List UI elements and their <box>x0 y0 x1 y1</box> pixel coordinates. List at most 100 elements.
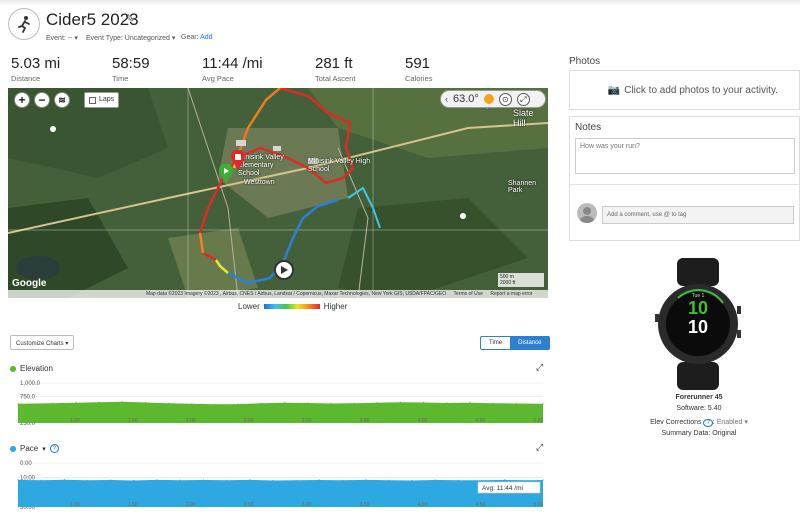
chevron-down-icon[interactable]: ▾ <box>744 419 748 426</box>
route-map[interactable]: Minisink Valley Elementary School Minisi… <box>8 88 548 298</box>
x-tick-label: 3.00 <box>302 418 312 424</box>
data-point <box>411 479 413 482</box>
data-point <box>86 479 89 481</box>
x-tick-label: 1.00 <box>70 502 80 508</box>
help-icon[interactable]: ? <box>49 444 59 453</box>
expand-elevation-icon[interactable]: ⤢ <box>536 362 543 373</box>
pace-dropdown-icon[interactable]: ▾ <box>42 445 46 453</box>
data-point <box>121 401 123 403</box>
customize-charts-button[interactable]: Customize Charts ▾ <box>10 335 75 350</box>
data-point <box>63 479 65 481</box>
add-photos-area[interactable]: 📷 Click to add photos to your activity. <box>569 70 800 110</box>
x-tick-label: 5.00 <box>534 418 544 424</box>
data-point <box>237 403 239 405</box>
expand-pace-icon[interactable]: ⤢ <box>536 442 543 453</box>
series-area[interactable] <box>18 401 543 423</box>
map-label-school2: Minisink Valley High School <box>308 158 371 173</box>
laps-checkbox[interactable] <box>89 97 96 104</box>
compass-icon[interactable]: ⊙ <box>498 92 512 106</box>
weather-pill[interactable]: ‹ 63.0° ⊙ ⤢ <box>440 90 546 108</box>
x-axis-toggle: Time Distance <box>480 336 551 350</box>
gear-field: Gear: Add <box>181 34 213 41</box>
event-value[interactable]: -- <box>68 35 73 42</box>
terms-link[interactable]: Terms of Use <box>454 291 483 297</box>
data-point <box>52 402 54 404</box>
watch-hour: 10 <box>687 298 709 318</box>
fullscreen-icon[interactable]: ⤢ <box>516 92 530 106</box>
google-logo: Google <box>12 278 47 289</box>
data-point <box>260 402 262 404</box>
y-tick-label: 750.0 <box>20 394 36 400</box>
summary-data: Summary Data: Original <box>661 430 737 437</box>
data-point <box>249 479 251 481</box>
data-point <box>156 479 158 481</box>
event-type-label: Event Type: <box>86 35 123 42</box>
data-point <box>75 402 77 404</box>
legend-high: Higher <box>323 302 348 311</box>
help-icon[interactable]: ? <box>703 419 713 427</box>
pace-chart[interactable]: 0:0010:0020:0030:001.001.502.002.503.003… <box>0 455 560 517</box>
activity-page: Cider5 2023 ✎ Event: -- ▾ Event Type: Un… <box>0 0 800 520</box>
data-point <box>353 402 355 404</box>
stat-label: Distance <box>11 74 41 83</box>
comment-input[interactable]: Add a comment, use @ to tag <box>602 206 794 224</box>
watch-minute: 10 <box>687 317 709 337</box>
stat-label: Avg Pace <box>202 74 234 83</box>
elevation-dot-icon <box>10 365 16 372</box>
stat-time: 58:59 Time <box>112 55 150 83</box>
elev-value[interactable]: Enabled <box>717 419 743 426</box>
zoom-in-button[interactable]: + <box>14 92 30 108</box>
layers-icon[interactable]: ≋ <box>54 92 70 108</box>
divider <box>570 184 799 185</box>
map-scale: 500 m 2000 ft <box>498 273 544 287</box>
data-point <box>388 479 390 481</box>
event-field[interactable]: Event: -- ▾ <box>46 34 78 42</box>
chevron-left-icon[interactable]: ‹ <box>445 94 448 104</box>
data-point <box>376 402 378 404</box>
stat-total-ascent: 281 ft Total Ascent <box>315 55 355 83</box>
x-tick-label: 3.50 <box>360 418 370 424</box>
report-error-link[interactable]: Report a map error <box>490 291 532 297</box>
zoom-out-button[interactable]: − <box>34 92 50 108</box>
data-point <box>40 479 42 481</box>
legend-gradient <box>263 304 320 309</box>
distance-toggle[interactable]: Distance <box>510 337 550 349</box>
data-point <box>17 403 19 405</box>
event-label: Event: <box>46 35 66 42</box>
stat-value: 281 ft <box>315 55 353 72</box>
stat-value: 5.03 mi <box>11 55 61 72</box>
data-point <box>318 479 320 481</box>
data-point <box>469 402 471 404</box>
add-gear-link[interactable]: Add <box>200 34 212 41</box>
x-tick-label: 3.00 <box>302 502 312 508</box>
start-marker-icon[interactable] <box>218 163 234 184</box>
event-type-value[interactable]: Uncategorized <box>125 35 170 42</box>
laps-toggle[interactable]: Laps <box>84 92 120 108</box>
elevation-title: Elevation <box>20 364 53 373</box>
data-point <box>144 401 147 404</box>
photos-prompt[interactable]: Click to add photos to your activity. <box>624 85 778 96</box>
data-point <box>330 402 332 405</box>
data-point <box>168 402 170 404</box>
stat-value: 58:59 <box>112 55 150 72</box>
stat-value: 591 <box>405 55 431 72</box>
map-label-place: Slate Hill <box>513 108 534 128</box>
avg-pace-label: Avg: 11:44 /mi <box>482 485 523 492</box>
data-point <box>365 479 367 481</box>
x-tick-label: 4.00 <box>418 502 428 508</box>
event-type-field[interactable]: Event Type: Uncategorized ▾ <box>86 34 175 42</box>
notes-textarea[interactable]: How was your run? <box>575 138 795 174</box>
data-point <box>481 479 483 481</box>
photos-title: Photos <box>569 56 601 67</box>
pace-title[interactable]: Pace <box>20 444 38 453</box>
time-toggle[interactable]: Time <box>481 337 510 349</box>
elevation-chart[interactable]: 1,000.0750.0500.0250.01.001.502.002.503.… <box>0 375 560 430</box>
notes-panel: Notes How was your run? Add a comment, u… <box>569 116 800 241</box>
map-copyright: Map data ©2023 Imagery ©2023 , Airbus, C… <box>146 291 447 297</box>
x-tick-label: 2.50 <box>244 502 254 508</box>
y-tick-label: 1,000.0 <box>20 381 41 387</box>
edit-title-icon[interactable]: ✎ <box>125 12 134 25</box>
user-avatar-icon <box>577 203 597 223</box>
play-route-button[interactable] <box>274 260 294 280</box>
series-area[interactable] <box>18 479 543 507</box>
